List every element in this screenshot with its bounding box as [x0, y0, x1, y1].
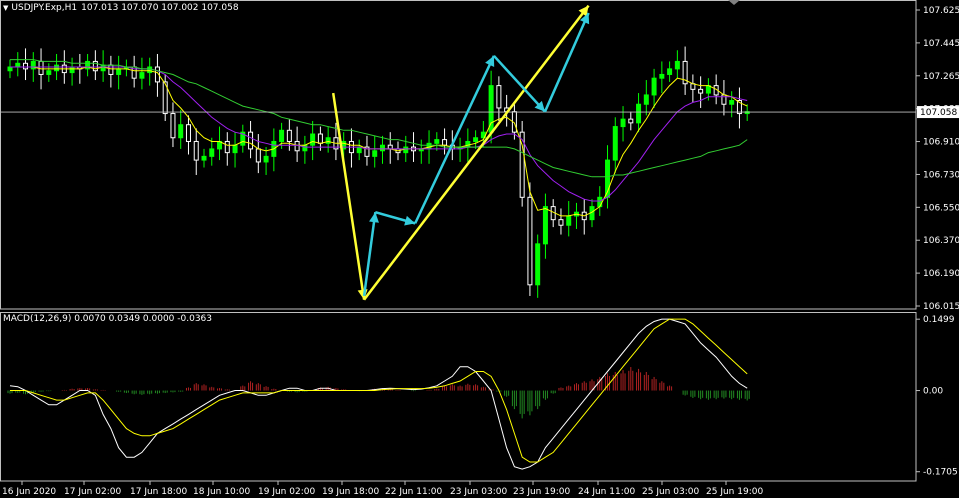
candle-body[interactable]: [263, 155, 269, 163]
yellow-trend-arrow[interactable]: [331, 92, 366, 300]
moving-average-line-1: [10, 66, 748, 217]
price-tick-label: 106.550: [923, 203, 959, 213]
current-price-label: 107.058: [920, 108, 957, 118]
candle-body[interactable]: [729, 100, 735, 105]
candle-body[interactable]: [667, 68, 673, 75]
candle-body[interactable]: [496, 85, 502, 109]
time-tick-label: 17 Jun 02:00: [64, 487, 121, 497]
candle-body[interactable]: [636, 103, 642, 124]
candle-body[interactable]: [310, 133, 316, 146]
candle-body[interactable]: [628, 118, 634, 124]
price-tick-label: 107.445: [923, 39, 959, 49]
time-tick-label: 19 Jun 18:00: [322, 487, 379, 497]
time-tick-label: 18 Jun 10:00: [193, 487, 250, 497]
candle-body[interactable]: [170, 113, 176, 139]
candle-body[interactable]: [612, 126, 618, 161]
candle-body[interactable]: [193, 140, 199, 161]
cyan-wave-arrow[interactable]: [414, 55, 496, 224]
candle-body[interactable]: [426, 142, 432, 150]
candle-body[interactable]: [442, 139, 448, 146]
candle-body[interactable]: [643, 94, 649, 105]
main-pane-frame: [0, 0, 917, 310]
chart-window[interactable]: 107.625107.445107.265107.085106.910106.7…: [0, 0, 959, 498]
price-tick-label: 107.625: [923, 6, 959, 16]
candle-body[interactable]: [248, 131, 254, 150]
candle-body[interactable]: [100, 64, 106, 72]
candle-body[interactable]: [46, 70, 52, 75]
price-tick-label: 107.265: [923, 72, 959, 82]
macd-label: MACD(12,26,9) 0.0070 0.0349 0.0000 -0.03…: [3, 314, 213, 324]
candle-body[interactable]: [473, 137, 479, 142]
candle-body[interactable]: [201, 155, 207, 161]
candle-body[interactable]: [566, 215, 572, 226]
candle-body[interactable]: [597, 196, 603, 208]
candle-body[interactable]: [279, 129, 285, 142]
time-tick-label: 23 Jun 03:00: [450, 487, 507, 497]
candle-body[interactable]: [147, 66, 153, 74]
candle-body[interactable]: [379, 144, 385, 152]
candle-body[interactable]: [434, 139, 440, 144]
time-tick-label: 25 Jun 19:00: [706, 487, 763, 497]
candle-body[interactable]: [527, 196, 533, 286]
candle-body[interactable]: [294, 140, 300, 152]
candle-body[interactable]: [558, 219, 564, 226]
candle-body[interactable]: [255, 148, 261, 163]
candle-body[interactable]: [372, 150, 378, 157]
price-tick-label: 106.190: [923, 269, 959, 279]
candle-body[interactable]: [674, 60, 680, 70]
candle-body[interactable]: [387, 144, 393, 150]
candle-body[interactable]: [116, 68, 122, 75]
macd-tick-label: -0.1705: [923, 468, 958, 478]
price-tick-label: 106.370: [923, 236, 959, 246]
symbol-label: USDJPY.Exp,H1: [11, 3, 78, 13]
chart-header: ▼ USDJPY.Exp,H1 107.013 107.070 107.002 10…: [3, 3, 239, 13]
cyan-wave-arrow[interactable]: [543, 12, 590, 113]
price-tick-label: 106.730: [923, 170, 959, 180]
candle-body[interactable]: [209, 148, 215, 157]
time-tick-label: 24 Jun 11:00: [578, 487, 635, 497]
candle-body[interactable]: [465, 140, 471, 148]
time-tick-label: 19 Jun 02:00: [258, 487, 315, 497]
candle-body[interactable]: [620, 118, 626, 128]
candle-body[interactable]: [542, 206, 548, 245]
macd-main-line: [9, 318, 748, 470]
candle-body[interactable]: [325, 137, 331, 144]
candle-body[interactable]: [535, 243, 541, 286]
candle-body[interactable]: [54, 64, 60, 72]
time-tick-label: 17 Jun 18:00: [130, 487, 187, 497]
candle-body[interactable]: [232, 144, 238, 154]
candle-body[interactable]: [317, 133, 323, 144]
candle-body[interactable]: [178, 124, 184, 139]
candle-body[interactable]: [698, 88, 704, 94]
macd-tick-label: 0.00: [923, 387, 943, 397]
chart-canvas[interactable]: 107.625107.445107.265107.085106.910106.7…: [0, 0, 959, 498]
price-tick-label: 106.910: [923, 138, 959, 148]
chart-shift-marker-icon[interactable]: [728, 0, 740, 5]
time-tick-label: 16 Jun 2020: [2, 487, 56, 497]
candle-body[interactable]: [7, 66, 13, 72]
candle-body[interactable]: [69, 66, 75, 74]
time-tick-label: 25 Jun 03:00: [642, 487, 699, 497]
candle-body[interactable]: [38, 60, 44, 75]
candle-body[interactable]: [224, 140, 230, 154]
candle-body[interactable]: [403, 146, 409, 154]
candle-body[interactable]: [302, 144, 308, 152]
cyan-wave-arrow[interactable]: [492, 54, 546, 113]
price-tick-label: 106.015: [923, 302, 959, 312]
time-tick-label: 22 Jun 11:00: [385, 487, 442, 497]
macd-pane-frame: [0, 312, 917, 482]
candle-body[interactable]: [659, 73, 665, 79]
time-tick-label: 23 Jun 19:00: [513, 487, 570, 497]
candle-body[interactable]: [139, 72, 145, 79]
macd-tick-label: 0.1499: [923, 315, 955, 325]
candle-body[interactable]: [23, 62, 29, 70]
candle-body[interactable]: [286, 129, 292, 142]
cyan-wave-arrow[interactable]: [362, 212, 377, 297]
candle-body[interactable]: [651, 77, 657, 96]
dropdown-triangle-icon[interactable]: ▼: [3, 4, 8, 12]
candle-body[interactable]: [15, 62, 21, 68]
ohlc-values: 107.013 107.070 107.002 107.058: [81, 3, 239, 13]
candle-body[interactable]: [185, 124, 191, 142]
